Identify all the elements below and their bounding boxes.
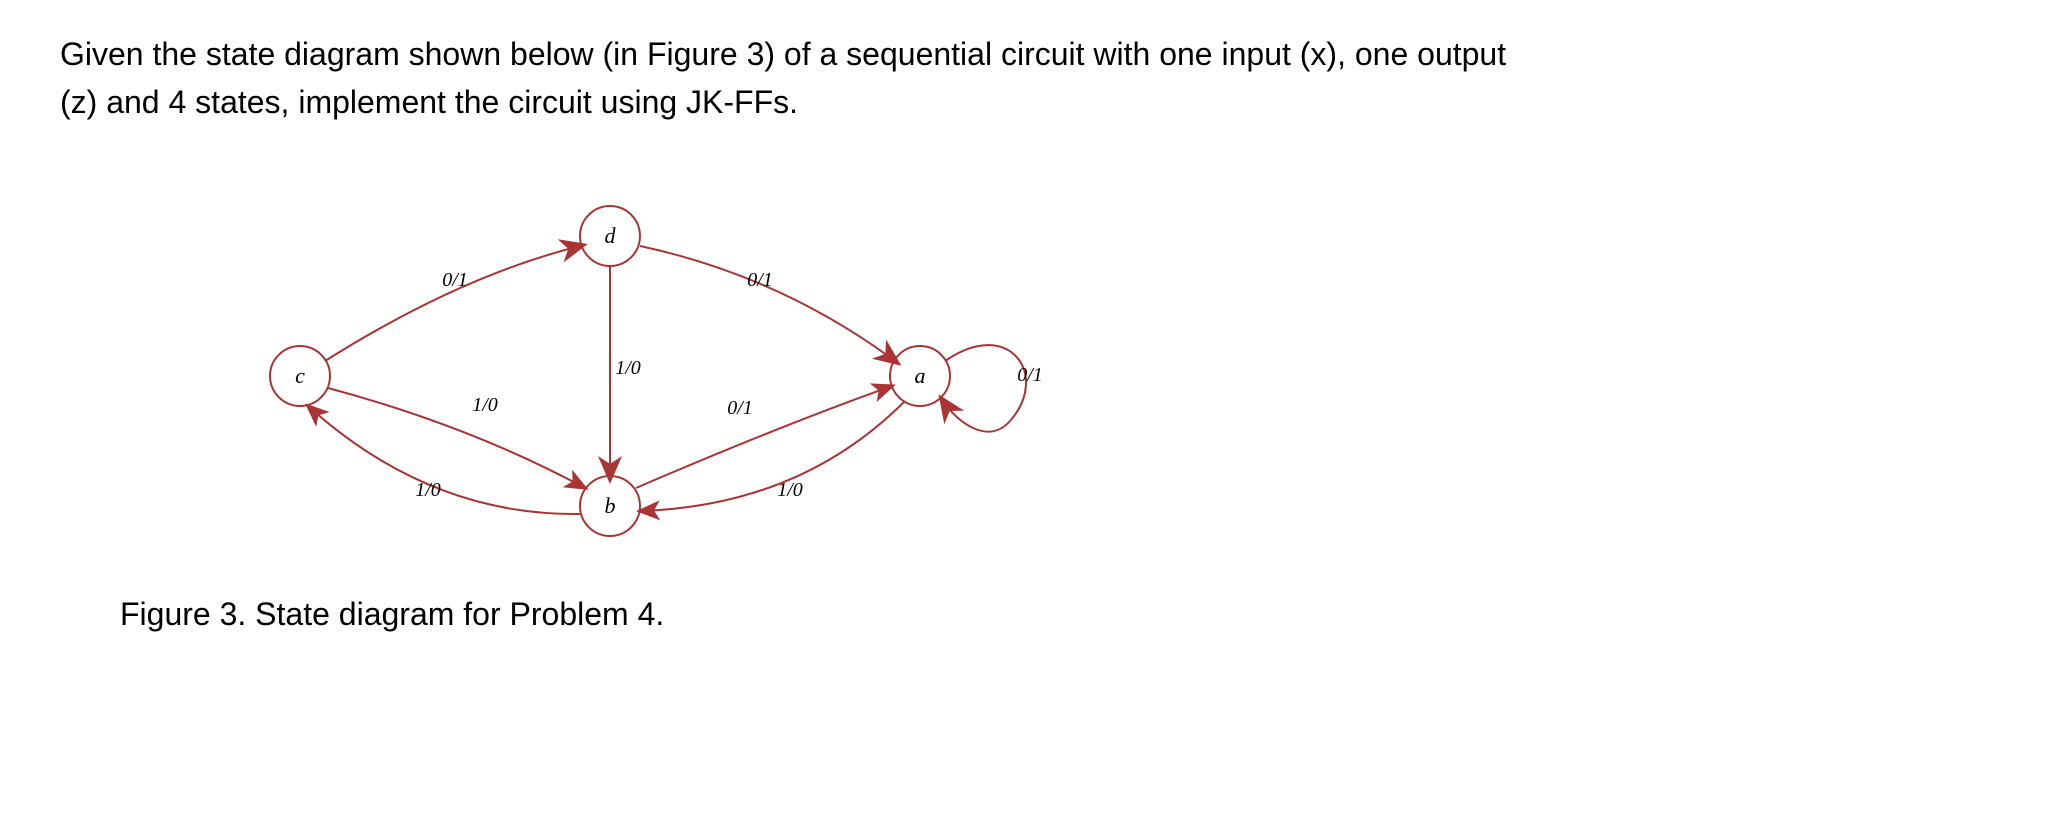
problem-text: Given the state diagram shown below (in … (60, 30, 1960, 126)
edge-label-aa: 0/1 (1017, 364, 1043, 386)
diagram-svg: c d b a 0/1 0/1 (180, 166, 1180, 586)
edge-b-a (636, 386, 892, 488)
state-b: b (580, 476, 640, 536)
edge-b-c (308, 406, 580, 514)
page-container: Given the state diagram shown below (in … (0, 0, 2046, 827)
edge-c-d (325, 246, 580, 361)
edge-a-b (640, 401, 905, 511)
problem-line2: (z) and 4 states, implement the circuit … (60, 84, 798, 120)
edge-label-cd: 0/1 (442, 269, 468, 291)
state-c: c (270, 346, 330, 406)
state-c-label: c (295, 363, 305, 388)
state-a: a (890, 346, 950, 406)
state-a-label: a (915, 363, 926, 388)
state-d-label: d (605, 223, 617, 248)
state-d: d (580, 206, 640, 266)
edge-d-a (640, 246, 895, 361)
edge-label-db: 1/0 (615, 357, 641, 379)
edge-c-b (328, 388, 585, 488)
edge-label-ab: 1/0 (777, 479, 803, 501)
edge-label-ba: 0/1 (727, 397, 753, 419)
edge-label-da: 0/1 (747, 269, 773, 291)
edge-label-cb: 1/0 (472, 394, 498, 416)
problem-line1: Given the state diagram shown below (in … (60, 36, 1506, 72)
state-b-label: b (605, 493, 616, 518)
edge-a-a (943, 345, 1026, 432)
edge-label-bc: 1/0 (415, 479, 441, 501)
figure-caption: Figure 3. State diagram for Problem 4. (120, 596, 1986, 633)
state-diagram: c d b a 0/1 0/1 (180, 166, 1180, 586)
